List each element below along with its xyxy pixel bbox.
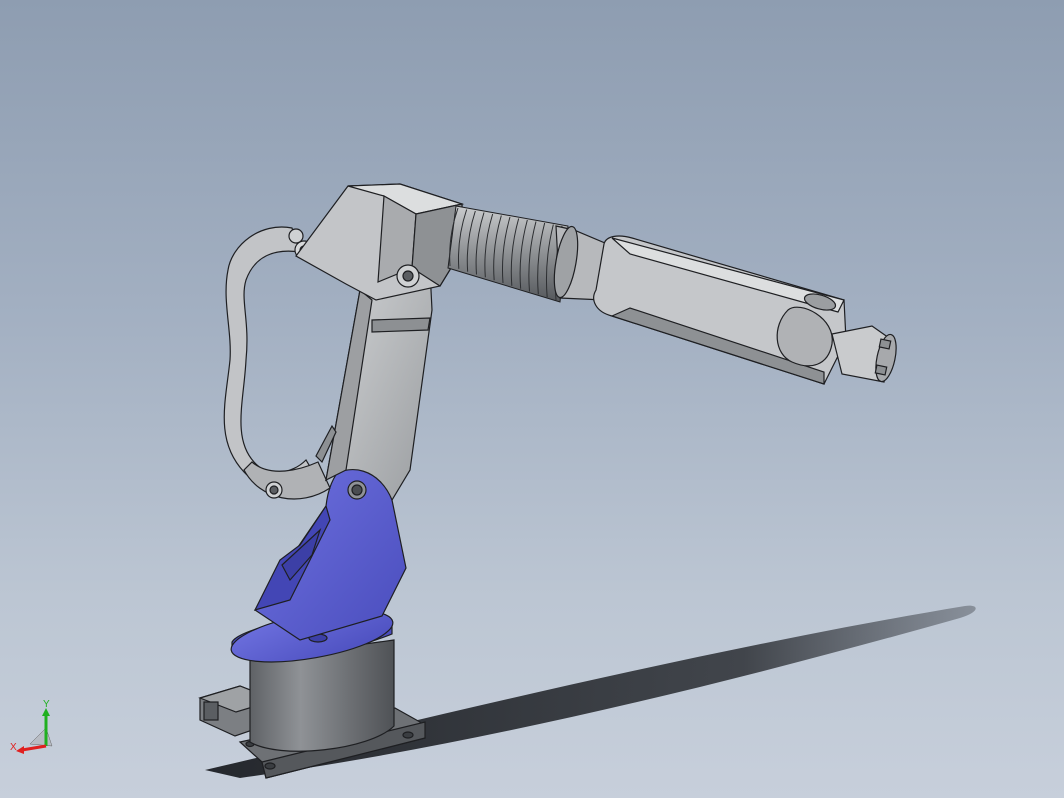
z-axis-icon bbox=[29, 727, 53, 747]
robot-arm-model[interactable] bbox=[0, 0, 1064, 798]
x-axis-label: X bbox=[10, 742, 17, 753]
orientation-triad: Y X bbox=[10, 699, 53, 754]
end-effector[interactable] bbox=[831, 325, 900, 383]
graphics-viewport[interactable]: Y X bbox=[0, 0, 1064, 798]
x-axis-arrow-icon bbox=[16, 746, 24, 754]
x-axis-icon bbox=[21, 744, 47, 752]
forearm[interactable] bbox=[593, 235, 847, 385]
bellows[interactable] bbox=[447, 205, 569, 303]
counterbalance-link[interactable] bbox=[223, 226, 331, 500]
elbow-housing[interactable] bbox=[295, 183, 465, 301]
y-axis-label: Y bbox=[43, 699, 50, 710]
